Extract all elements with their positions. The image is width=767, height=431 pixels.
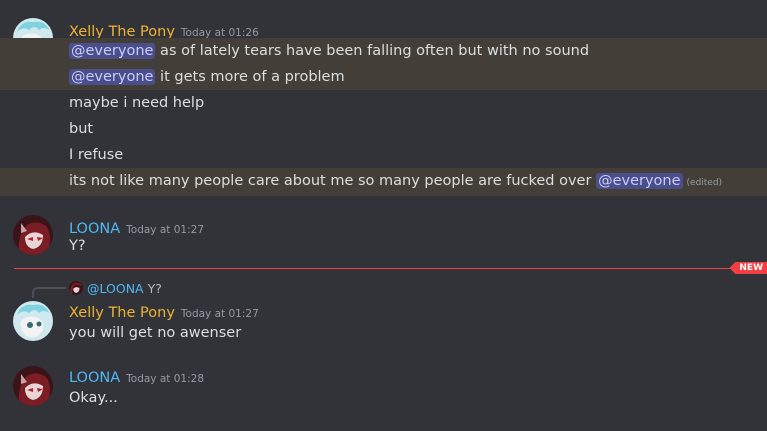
username-xelly[interactable]: Xelly The Pony <box>69 305 175 321</box>
message-header: LOONA Today at 01:28 <box>69 367 204 386</box>
message-text: Y? <box>69 238 86 254</box>
message-line: you will get no awenser <box>0 320 767 346</box>
message-line: its not like many people care about me s… <box>0 168 767 196</box>
message-line: maybe i need help <box>0 90 767 116</box>
reply-reference[interactable]: @LOONA Y? <box>69 281 162 296</box>
message-line: Okay... <box>0 385 767 411</box>
reply-mention[interactable]: @LOONA <box>87 281 144 296</box>
message-text: its not like many people care about me s… <box>69 173 597 189</box>
reply-spine <box>32 287 66 298</box>
message-text: it gets more of a problem <box>155 69 345 85</box>
message-line: @everyone it gets more of a problem <box>0 64 767 90</box>
message-header: Xelly The Pony Today at 01:27 <box>69 302 259 321</box>
edited-label: (edited) <box>686 178 723 188</box>
message-text: Okay... <box>69 390 118 406</box>
timestamp: Today at 01:28 <box>126 373 205 385</box>
message-text: as of lately tears have been falling oft… <box>155 43 590 59</box>
loona-reply-avatar-icon <box>69 281 83 295</box>
mention-everyone[interactable]: @everyone <box>596 173 683 189</box>
message-text: maybe i need help <box>69 95 205 111</box>
message-text: you will get no awenser <box>69 325 242 341</box>
reply-text: Y? <box>147 281 162 296</box>
message-line: Y? <box>0 233 767 259</box>
message-text: I refuse <box>69 147 124 163</box>
new-messages-badge: NEW <box>729 262 767 274</box>
timestamp: Today at 01:27 <box>180 308 259 320</box>
new-messages-divider <box>14 268 767 269</box>
message-text: but <box>69 121 94 137</box>
mention-everyone[interactable]: @everyone <box>69 43 156 59</box>
message-line: but <box>0 116 767 142</box>
mention-everyone[interactable]: @everyone <box>69 69 156 85</box>
message-line: @everyone as of lately tears have been f… <box>0 38 767 64</box>
message-line: I refuse <box>0 142 767 168</box>
username-loona[interactable]: LOONA <box>69 370 120 386</box>
